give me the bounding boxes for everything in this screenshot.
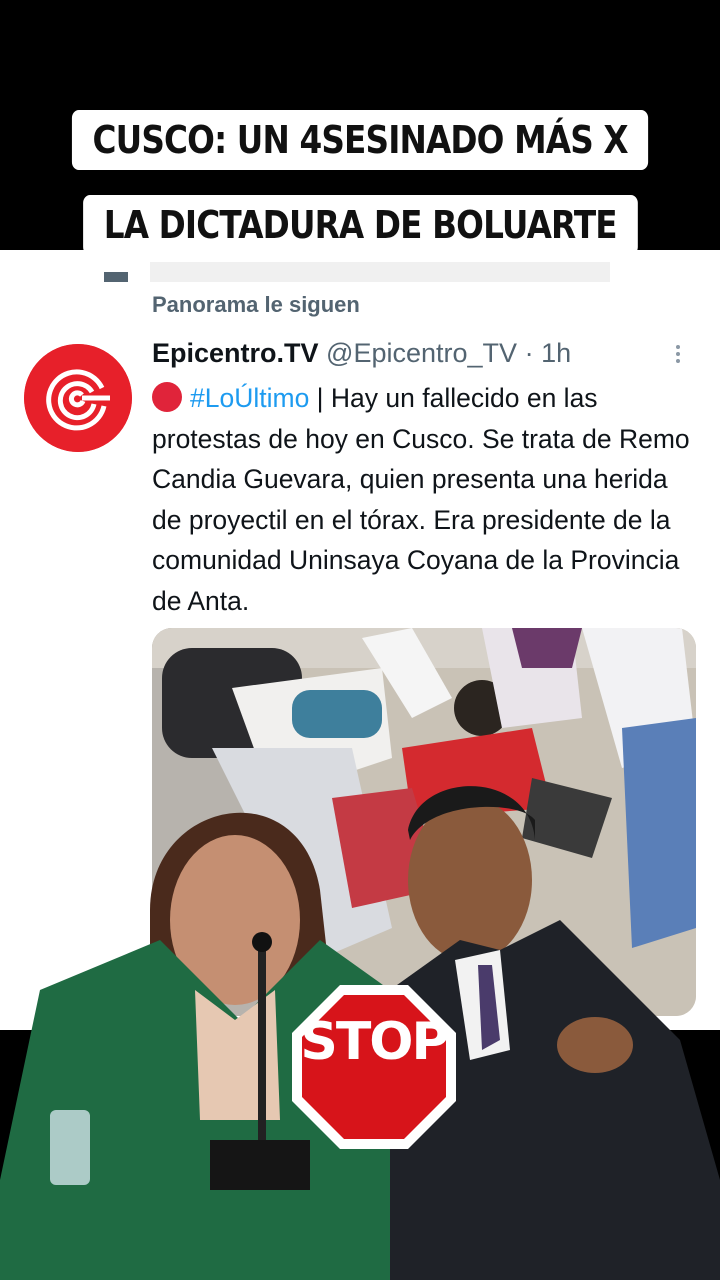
water-glass: [50, 1110, 90, 1185]
red-circle-emoji-icon: [152, 382, 182, 412]
caption-line-2: LA DICTADURA DE BOLUARTE: [82, 195, 638, 255]
cropped-context-line: [150, 262, 610, 282]
social-context-text: Panorama le siguen: [152, 292, 360, 317]
microphone-base: [210, 1140, 310, 1190]
caption-line-1-wrap: CUSCO: UN 4SESINADO MÁS X: [0, 110, 720, 170]
caption-line-1: CUSCO: UN 4SESINADO MÁS X: [71, 110, 649, 170]
microphone-stand: [258, 940, 266, 1170]
tweet-body: #LoÚltimo | Hay un fallecido en las prot…: [152, 378, 697, 621]
microphone-head: [252, 932, 272, 952]
stop-sign-text: STOP: [300, 1012, 449, 1072]
tweet-header: Epicentro.TV @Epicentro_TV · 1h: [152, 338, 571, 369]
tweet-time[interactable]: 1h: [541, 338, 571, 368]
author-handle[interactable]: @Epicentro_TV: [326, 338, 517, 368]
man-face: [408, 798, 532, 962]
woman-blouse: [195, 990, 280, 1120]
man-pointing-hand: [557, 1017, 633, 1073]
hashtag-link[interactable]: #LoÚltimo: [190, 383, 309, 413]
epicentro-logo-icon: [24, 344, 132, 452]
caption-line-2-wrap: LA DICTADURA DE BOLUARTE: [0, 195, 720, 255]
header-separator: ·: [524, 338, 534, 368]
epicentro-avatar[interactable]: [24, 344, 132, 452]
social-context-icon: [104, 272, 128, 282]
author-name[interactable]: Epicentro.TV: [152, 338, 319, 368]
more-options-icon[interactable]: [668, 342, 688, 372]
tweet-body-text: | Hay un fallecido en las protestas de h…: [152, 383, 690, 616]
